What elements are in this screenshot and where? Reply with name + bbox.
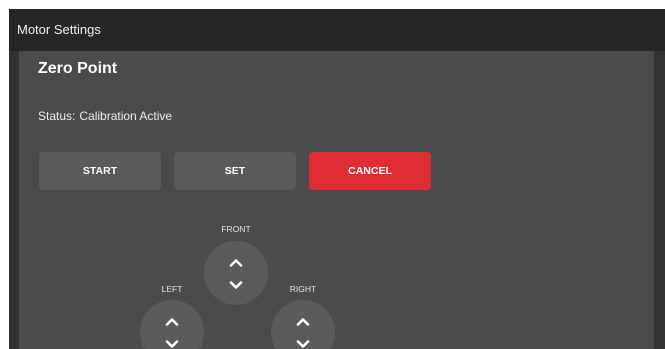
left-up-button[interactable] [161, 311, 183, 331]
right-down-button[interactable] [292, 334, 314, 349]
chevron-up-icon [229, 258, 243, 267]
chevron-up-icon [296, 317, 310, 326]
cancel-button[interactable]: CANCEL [309, 152, 431, 190]
window-title: Motor Settings [9, 9, 665, 51]
left-pad [140, 300, 204, 349]
status-row: Status: Calibration Active [38, 109, 172, 123]
section-title: Zero Point [38, 60, 118, 77]
status-label: Status: [38, 109, 76, 123]
right-up-button[interactable] [292, 311, 314, 331]
left-border [9, 51, 19, 349]
chevron-down-icon [229, 280, 243, 289]
start-button[interactable]: START [39, 152, 161, 190]
left-down-button[interactable] [161, 334, 183, 349]
right-pad [271, 300, 335, 349]
right-label: RIGHT [289, 284, 317, 294]
left-label: LEFT [161, 284, 183, 294]
right-border [654, 51, 665, 349]
chevron-down-icon [165, 339, 179, 348]
front-down-button[interactable] [225, 275, 247, 295]
zero-point-panel: Zero Point Status: Calibration Active STA… [19, 51, 654, 349]
motor-settings-window: Motor Settings Zero Point Status: Calibra… [9, 9, 665, 349]
chevron-up-icon [165, 317, 179, 326]
front-label: FRONT [221, 224, 251, 234]
set-button[interactable]: SET [174, 152, 296, 190]
front-up-button[interactable] [225, 252, 247, 272]
status-value: Calibration Active [79, 109, 173, 123]
front-pad [204, 241, 268, 305]
chevron-down-icon [296, 339, 310, 348]
